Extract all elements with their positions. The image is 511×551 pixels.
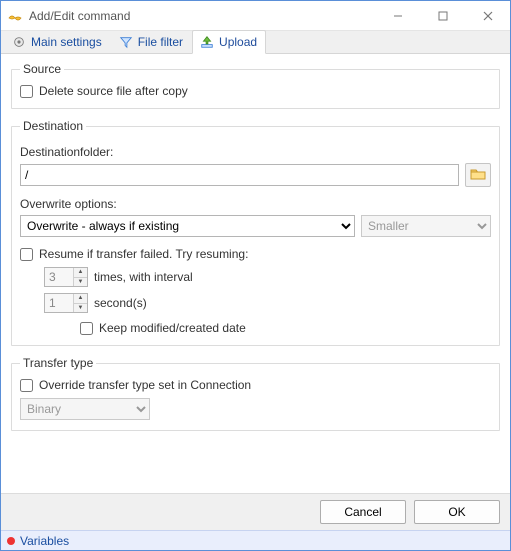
group-transfer-type: Transfer type Override transfer type set… [11,356,500,431]
titlebar: Add/Edit command [1,1,510,31]
folder-icon [470,167,486,184]
override-transfer-label: Override transfer type set in Connection [39,378,251,392]
group-legend: Destination [20,119,86,133]
tab-label: File filter [138,35,183,49]
gear-icon [11,34,27,50]
keep-date-checkbox-row[interactable]: Keep modified/created date [80,321,491,335]
spinner-up-icon[interactable]: ▲ [74,294,87,303]
resume-label: Resume if transfer failed. Try resuming: [39,247,248,261]
delete-source-checkbox[interactable] [20,85,33,98]
resume-checkbox-row[interactable]: Resume if transfer failed. Try resuming: [20,247,491,261]
transfer-type-select[interactable]: Binary [20,398,150,420]
resume-times-input[interactable] [45,268,73,286]
cancel-button[interactable]: Cancel [320,500,406,524]
minimize-button[interactable] [375,1,420,30]
resume-interval-spinner[interactable]: ▲ ▼ [44,293,88,313]
resume-times-spinner[interactable]: ▲ ▼ [44,267,88,287]
overwrite-mode-select[interactable]: Overwrite - always if existing [20,215,355,237]
keep-date-checkbox[interactable] [80,322,93,335]
tab-label: Upload [219,35,257,49]
destination-folder-label: Destinationfolder: [20,145,491,159]
delete-source-label: Delete source file after copy [39,84,188,98]
ok-button[interactable]: OK [414,500,500,524]
window-title: Add/Edit command [29,9,375,23]
override-transfer-checkbox[interactable] [20,379,33,392]
destination-folder-input[interactable] [20,164,459,186]
group-source: Source Delete source file after copy [11,62,500,109]
delete-source-checkbox-row[interactable]: Delete source file after copy [20,84,491,98]
app-icon [7,8,23,24]
spinner-up-icon[interactable]: ▲ [74,268,87,277]
resume-interval-input[interactable] [45,294,73,312]
override-transfer-checkbox-row[interactable]: Override transfer type set in Connection [20,378,491,392]
group-legend: Transfer type [20,356,96,370]
browse-folder-button[interactable] [465,163,491,187]
keep-date-label: Keep modified/created date [99,321,246,335]
overwrite-compare-select[interactable]: Smaller [361,215,491,237]
filter-icon [118,34,134,50]
upload-icon [199,34,215,50]
tab-label: Main settings [31,35,102,49]
tab-main-settings[interactable]: Main settings [4,30,111,53]
button-bar: Cancel OK [1,493,510,530]
spinner-down-icon[interactable]: ▼ [74,303,87,313]
resume-times-label: times, with interval [94,270,193,284]
tab-upload[interactable]: Upload [192,30,266,54]
close-button[interactable] [465,1,510,30]
overwrite-options-label: Overwrite options: [20,197,491,211]
group-legend: Source [20,62,64,76]
maximize-button[interactable] [420,1,465,30]
spinner-down-icon[interactable]: ▼ [74,277,87,287]
resume-interval-label: second(s) [94,296,147,310]
resume-checkbox[interactable] [20,248,33,261]
status-bar: Variables [1,530,510,550]
tab-file-filter[interactable]: File filter [111,30,192,53]
status-dot-icon [7,537,15,545]
variables-link[interactable]: Variables [20,534,69,548]
tab-bar: Main settings File filter Upload [1,31,510,54]
content-area: Source Delete source file after copy Des… [1,54,510,493]
group-destination: Destination Destinationfolder: Overwrite… [11,119,500,346]
